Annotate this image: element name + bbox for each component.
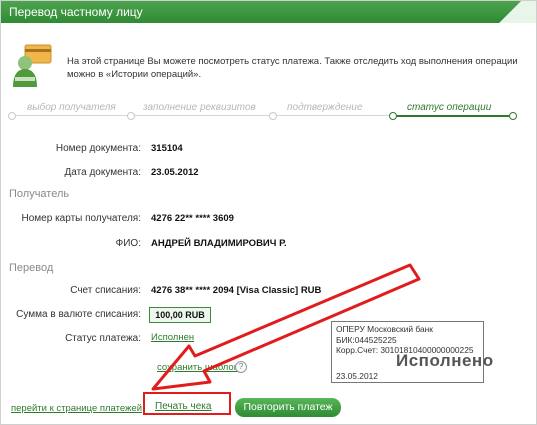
step-dot <box>269 112 277 120</box>
window-title: Перевод частному лицу <box>9 5 143 19</box>
info-text: На этой странице Вы можете посмотреть ст… <box>67 56 518 80</box>
title-corner-decoration <box>496 1 536 23</box>
doc-date-label: Дата документа: <box>64 167 141 178</box>
doc-number-value: 315104 <box>151 143 183 154</box>
print-receipt-link[interactable]: Печать чека <box>155 401 211 412</box>
transfer-window: Перевод частному лицу На этой странице В… <box>0 0 537 425</box>
stamp-bik: БИК:044525225 <box>336 334 397 345</box>
doc-number-label: Номер документа: <box>55 143 141 154</box>
recipient-section-title: Получатель <box>9 188 70 200</box>
transfer-section-title: Перевод <box>9 262 54 274</box>
save-template-link[interactable]: сохранить шаблон <box>157 362 239 373</box>
step-dot <box>8 112 16 120</box>
step-dot-active <box>509 112 517 120</box>
stamp-status: Исполнено <box>396 351 494 370</box>
stamp-date: 23.05.2012 <box>336 371 378 381</box>
sum-label: Сумма в валюте списания: <box>16 309 141 320</box>
card-number-value: 4276 22** **** 3609 <box>151 213 234 224</box>
doc-date-value: 23.05.2012 <box>151 167 199 178</box>
steps-active-bar <box>393 115 513 117</box>
title-bar: Перевод частному лицу <box>1 1 536 23</box>
step-dot-active <box>389 112 397 120</box>
repeat-payment-button[interactable]: Повторить платеж <box>235 398 341 417</box>
help-icon[interactable]: ? <box>235 361 247 373</box>
account-label: Счет списания: <box>70 285 141 296</box>
step-confirm: подтверждение <box>287 102 363 113</box>
step-select-recipient: выбор получателя <box>27 102 116 113</box>
step-status: статус операции <box>407 102 492 113</box>
account-value: 4276 38** **** 2094 [Visa Classic] RUB <box>151 285 322 296</box>
card-number-label: Номер карты получателя: <box>21 213 141 224</box>
fio-label: ФИО: <box>115 238 141 249</box>
payments-page-link[interactable]: перейти к странице платежей <box>11 403 142 414</box>
status-label: Статус платежа: <box>65 333 141 344</box>
step-dot <box>127 112 135 120</box>
fio-value: АНДРЕЙ ВЛАДИМИРОВИЧ Р. <box>151 238 287 249</box>
stamp-bank-name: ОПЕРУ Московский банк <box>336 324 433 334</box>
step-fill-details: заполнение реквизитов <box>143 102 256 113</box>
status-link[interactable]: Исполнен <box>151 332 194 343</box>
bank-stamp: ОПЕРУ Московский банк БИК:044525225 Корр… <box>331 321 493 383</box>
sum-value-box: 100,00 RUB <box>149 307 211 323</box>
card-transfer-icon <box>13 44 52 87</box>
